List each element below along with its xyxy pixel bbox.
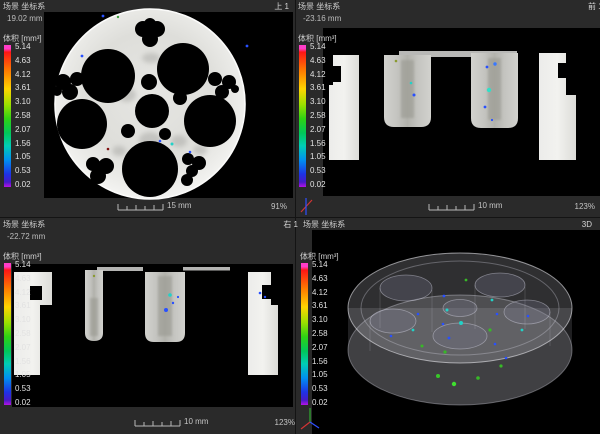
- colorbar-value: 1.56: [310, 140, 326, 148]
- colorbar-value: 3.61: [312, 302, 328, 310]
- colorbar-value: 2.58: [15, 112, 31, 120]
- colorbar-value: 2.07: [15, 344, 31, 352]
- colorbar-value: 4.63: [15, 275, 31, 283]
- colorbar-value: 3.61: [15, 302, 31, 310]
- colorbar-value: 2.58: [310, 112, 326, 120]
- scale-ruler-icon: [118, 204, 163, 210]
- view-name-label: 前 1: [588, 2, 600, 12]
- slice-position-label: -23.16 mm: [303, 14, 341, 24]
- colorbar-value: 3.10: [15, 98, 31, 106]
- colorbar-value: 0.02: [310, 181, 326, 189]
- colorbar-value: 4.12: [312, 289, 328, 297]
- colorbar-values: 5.14 4.63 4.12 3.61 3.10 2.58 2.07 1.56 1.05 0.53…: [310, 43, 326, 189]
- colorbar-value: 4.12: [15, 289, 31, 297]
- colorbar-values: 5.14 4.63 4.12 3.61 3.10 2.58 2.07 1.56 1.05 0.53…: [15, 261, 31, 407]
- colorbar-value: 1.56: [15, 358, 31, 366]
- coord-system-label: 场景 坐标系: [3, 2, 45, 12]
- scale-ruler-icon: [429, 204, 474, 210]
- part-cross-section-top: [52, 9, 248, 199]
- colorbar-gradient[interactable]: [4, 45, 11, 187]
- part-3d-render: [348, 253, 572, 405]
- top-view-canvas[interactable]: [0, 0, 295, 217]
- colorbar-value: 3.10: [312, 316, 328, 324]
- colorbar-gradient[interactable]: [299, 45, 306, 187]
- view-top-slice: 场景 坐标系 19.02 mm 上 1 体积 [mm³] 5.144.634.1…: [0, 0, 295, 217]
- colorbar-value: 4.63: [15, 57, 31, 65]
- zoom-percent-label: 123%: [275, 418, 295, 428]
- view-name-label: 3D: [582, 220, 592, 230]
- colorbar-values: 5.14 4.63 4.12 3.61 3.10 2.58 2.07 1.56 1.05 0.53…: [15, 43, 31, 189]
- scale-bar-label: 10 mm: [478, 201, 502, 210]
- colorbar-value: 3.10: [310, 98, 326, 106]
- colorbar-value: 4.12: [310, 71, 326, 79]
- colorbar-value: 0.02: [15, 181, 31, 189]
- colorbar-value: 5.14: [310, 43, 326, 51]
- colorbar-value: 5.14: [312, 261, 328, 269]
- zoom-percent-label: 123%: [575, 202, 595, 212]
- colorbar-value: 1.56: [15, 140, 31, 148]
- colorbar-value: 1.05: [15, 371, 31, 379]
- colorbar-value: 2.58: [15, 330, 31, 338]
- scale-bar-label: 15 mm: [167, 201, 191, 210]
- view-3d: 场景 坐标系 3D 体积 [mm³] 5.144.634.123.613.102…: [296, 218, 600, 434]
- view-name-label: 右 1: [283, 220, 298, 230]
- colorbar-value: 1.05: [310, 153, 326, 161]
- colorbar-value: 0.53: [312, 385, 328, 393]
- coord-system-label: 场景 坐标系: [3, 220, 45, 230]
- colorbar-value: 0.53: [15, 167, 31, 175]
- colorbar-gradient[interactable]: [301, 263, 308, 405]
- colorbar-value: 2.07: [310, 126, 326, 134]
- colorbar-value: 5.14: [15, 261, 31, 269]
- ct-inspection-app: 场景 坐标系 19.02 mm 上 1 体积 [mm³] 5.144.634.1…: [0, 0, 600, 434]
- colorbar-value: 4.63: [310, 57, 326, 65]
- coord-system-label: 场景 坐标系: [298, 2, 340, 12]
- axes-indicator-icon: [301, 198, 312, 215]
- view-name-label: 上 1: [274, 2, 289, 12]
- colorbar-value: 0.02: [312, 399, 328, 407]
- colorbar-value: 1.05: [15, 153, 31, 161]
- colorbar-value: 2.58: [312, 330, 328, 338]
- colorbar-value: 0.53: [15, 385, 31, 393]
- colorbar-value: 3.61: [15, 84, 31, 92]
- colorbar-values: 5.14 4.63 4.12 3.61 3.10 2.58 2.07 1.56 1.05 0.53…: [312, 261, 328, 407]
- colorbar-value: 2.07: [312, 344, 328, 352]
- colorbar-value: 4.63: [312, 275, 328, 283]
- colorbar-value: 0.53: [310, 167, 326, 175]
- 3d-view-canvas[interactable]: [296, 218, 600, 434]
- scale-bar-label: 10 mm: [184, 417, 208, 426]
- view-right-slice: 场景 坐标系 -22.72 mm 右 1 体积 [mm³] 5.144.634.…: [0, 218, 295, 434]
- colorbar-value: 1.56: [312, 358, 328, 366]
- view-front-slice: 场景 坐标系 -23.16 mm 前 1 体积 [mm³] 5.144.634.…: [296, 0, 600, 217]
- colorbar-value: 5.14: [15, 43, 31, 51]
- slice-position-label: 19.02 mm: [7, 14, 43, 24]
- colorbar-value: 1.05: [312, 371, 328, 379]
- colorbar-value: 3.10: [15, 316, 31, 324]
- scale-ruler-icon: [135, 420, 180, 426]
- front-view-canvas[interactable]: [296, 0, 600, 217]
- colorbar-value: 0.02: [15, 399, 31, 407]
- colorbar-value: 2.07: [15, 126, 31, 134]
- coord-system-label: 场景 坐标系: [303, 220, 345, 230]
- colorbar-gradient[interactable]: [4, 263, 11, 405]
- slice-position-label: -22.72 mm: [7, 232, 45, 242]
- colorbar-value: 3.61: [310, 84, 326, 92]
- zoom-percent-label: 91%: [271, 202, 287, 212]
- right-view-canvas[interactable]: [0, 218, 295, 434]
- colorbar-value: 4.12: [15, 71, 31, 79]
